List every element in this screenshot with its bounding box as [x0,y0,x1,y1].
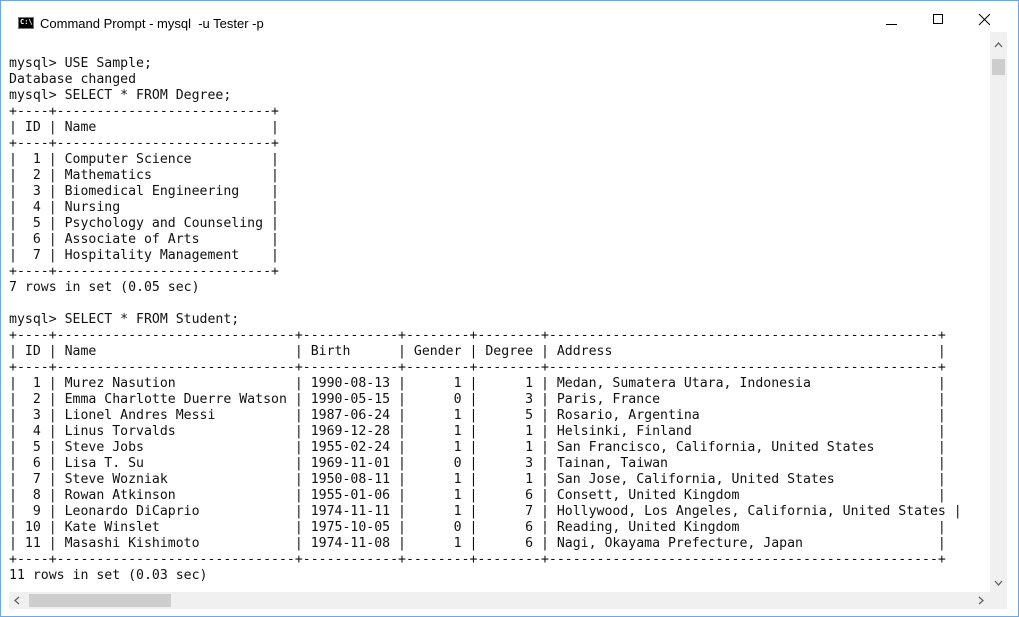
icon-label: C:\ [20,18,33,26]
console-text: mysql> USE Sample; Database changed mysq… [9,56,962,583]
maximize-icon [933,14,943,24]
scroll-down-button[interactable] [990,575,1007,592]
close-button[interactable] [961,1,1007,32]
window-title: Command Prompt - mysql -u Tester -p [40,16,264,31]
minimize-icon [886,24,897,25]
scroll-up-button[interactable] [990,36,1007,53]
horizontal-scroll-thumb[interactable] [29,594,171,607]
chevron-right-icon [978,596,984,605]
console-window: C:\ Command Prompt - mysql -u Tester -p … [0,0,1019,617]
vertical-scrollbar[interactable] [990,32,1007,592]
scroll-left-button[interactable] [9,592,26,609]
command-prompt-icon[interactable]: C:\ [18,17,34,29]
chevron-left-icon [14,596,20,605]
horizontal-scrollbar[interactable] [9,592,990,609]
chevron-down-icon [994,580,1003,586]
minimize-button[interactable] [869,1,915,32]
chevron-up-icon [994,42,1003,48]
scroll-right-button[interactable] [972,592,989,609]
maximize-button[interactable] [915,1,961,32]
close-icon [978,14,990,26]
console-output[interactable]: mysql> USE Sample; Database changed mysq… [1,32,990,592]
title-bar[interactable]: C:\ Command Prompt - mysql -u Tester -p [1,1,1018,32]
vertical-scroll-thumb[interactable] [992,59,1005,75]
scrollbar-corner [990,592,1007,609]
